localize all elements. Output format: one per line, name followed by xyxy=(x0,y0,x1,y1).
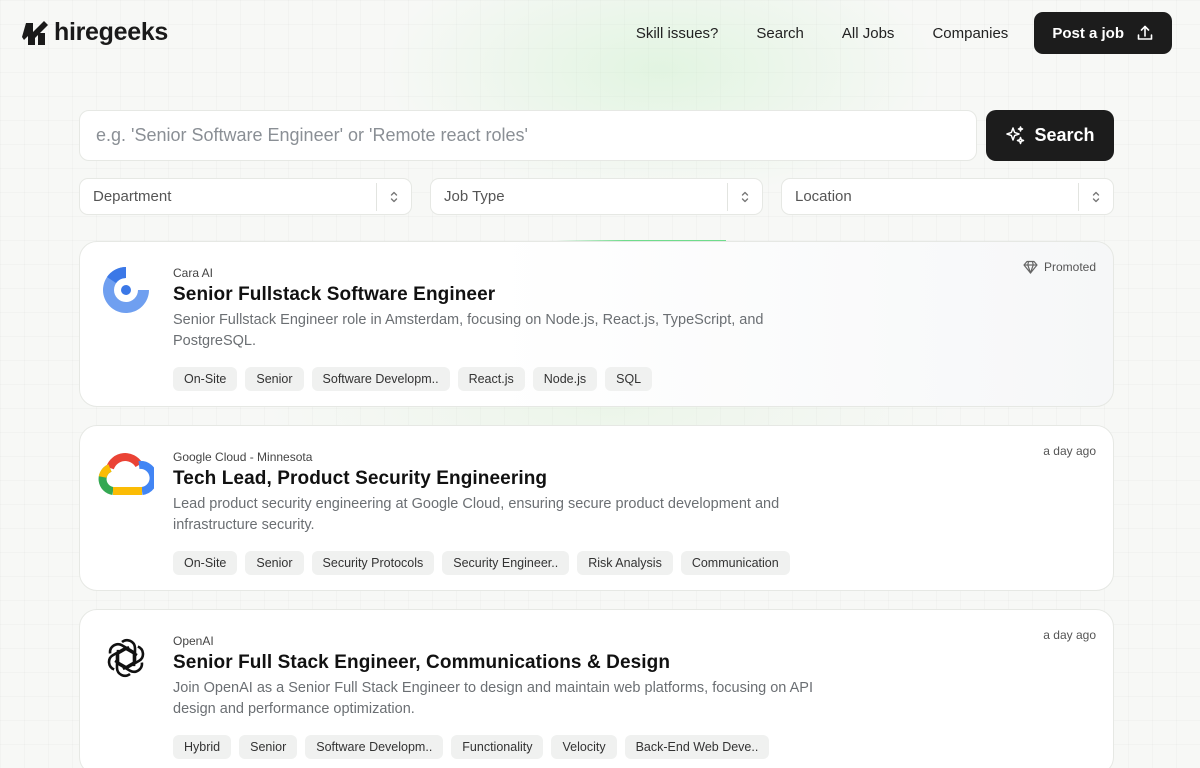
chevron-up-down-icon xyxy=(377,190,411,204)
job-card[interactable]: Google Cloud - Minnesota Tech Lead, Prod… xyxy=(79,425,1114,591)
job-tag[interactable]: SQL xyxy=(605,367,653,391)
job-tag[interactable]: Security Engineer.. xyxy=(442,551,570,575)
brand-name: hiregeeks xyxy=(54,18,169,46)
nav-companies[interactable]: Companies xyxy=(913,13,1027,54)
posted-time: a day ago xyxy=(1043,444,1096,458)
posted-time: a day ago xyxy=(1043,628,1096,642)
post-job-button[interactable]: Post a job xyxy=(1034,12,1172,54)
hiregeeks-logo-icon xyxy=(22,20,48,45)
job-tag[interactable]: Velocity xyxy=(551,735,617,759)
post-job-label: Post a job xyxy=(1052,24,1124,42)
search-button[interactable]: Search xyxy=(986,110,1114,161)
job-tag[interactable]: Senior xyxy=(245,551,304,575)
job-description: Senior Fullstack Engineer role in Amster… xyxy=(173,312,764,349)
job-tag[interactable]: Software Developm.. xyxy=(311,367,450,391)
location-select[interactable]: Location xyxy=(781,178,1114,215)
job-type-select[interactable]: Job Type xyxy=(430,178,763,215)
job-tag[interactable]: Senior xyxy=(239,735,298,759)
job-type-select-label: Job Type xyxy=(444,188,505,205)
promoted-label: Promoted xyxy=(1043,260,1096,274)
job-tag[interactable]: On-Site xyxy=(173,367,238,391)
search-input[interactable] xyxy=(79,110,977,161)
company-name: Google Cloud - Minnesota xyxy=(173,450,313,464)
job-tag[interactable]: Communication xyxy=(680,551,790,575)
brand-logo[interactable]: hiregeeks xyxy=(22,18,168,47)
google-cloud-logo-icon xyxy=(98,446,154,502)
department-select-label: Department xyxy=(93,188,172,205)
cara-ai-logo-icon xyxy=(98,262,154,318)
top-nav: Skill issues? Search All Jobs Companies … xyxy=(617,12,1172,54)
company-name: OpenAI xyxy=(173,634,214,648)
job-tags: Hybrid Senior Software Developm.. Functi… xyxy=(173,735,770,759)
job-tag[interactable]: Software Developm.. xyxy=(305,735,444,759)
job-title[interactable]: Senior Full Stack Engineer, Communicatio… xyxy=(173,652,670,674)
job-tag[interactable]: Node.js xyxy=(532,367,598,391)
job-tag[interactable]: On-Site xyxy=(173,551,238,575)
job-tag[interactable]: React.js xyxy=(457,367,525,391)
company-name: Cara AI xyxy=(173,266,214,280)
site-header: hiregeeks Skill issues? Search All Jobs … xyxy=(0,0,1200,66)
upload-icon xyxy=(1137,25,1153,40)
job-title[interactable]: Tech Lead, Product Security Engineering xyxy=(173,468,547,490)
search-button-label: Search xyxy=(1034,125,1095,145)
nav-all-jobs[interactable]: All Jobs xyxy=(823,13,914,54)
job-tags: On-Site Senior Software Developm.. React… xyxy=(173,367,653,391)
job-card[interactable]: OpenAI Senior Full Stack Engineer, Commu… xyxy=(79,609,1114,768)
chevron-up-down-icon xyxy=(728,190,762,204)
job-tag[interactable]: Risk Analysis xyxy=(577,551,673,575)
job-tags: On-Site Senior Security Protocols Securi… xyxy=(173,551,790,575)
job-tag[interactable]: Security Protocols xyxy=(311,551,435,575)
job-tag[interactable]: Hybrid xyxy=(173,735,232,759)
chevron-up-down-icon xyxy=(1079,190,1113,204)
job-title[interactable]: Senior Fullstack Software Engineer xyxy=(173,284,495,306)
openai-logo-icon xyxy=(98,630,154,686)
nav-skill-issues[interactable]: Skill issues? xyxy=(617,13,738,54)
location-select-label: Location xyxy=(795,188,852,205)
job-description: Lead product security engineering at Goo… xyxy=(173,496,780,533)
promoted-badge: Promoted xyxy=(1023,260,1096,274)
diamond-icon xyxy=(1023,260,1038,274)
department-select[interactable]: Department xyxy=(79,178,412,215)
job-tag[interactable]: Senior xyxy=(245,367,304,391)
nav-search[interactable]: Search xyxy=(737,13,823,54)
job-description: Join OpenAI as a Senior Full Stack Engin… xyxy=(173,680,813,717)
sparkles-icon xyxy=(1006,126,1025,145)
job-tag[interactable]: Functionality xyxy=(451,735,544,759)
job-tag[interactable]: Back-End Web Deve.. xyxy=(624,735,770,759)
job-card[interactable]: Cara AI Senior Fullstack Software Engine… xyxy=(79,241,1114,407)
